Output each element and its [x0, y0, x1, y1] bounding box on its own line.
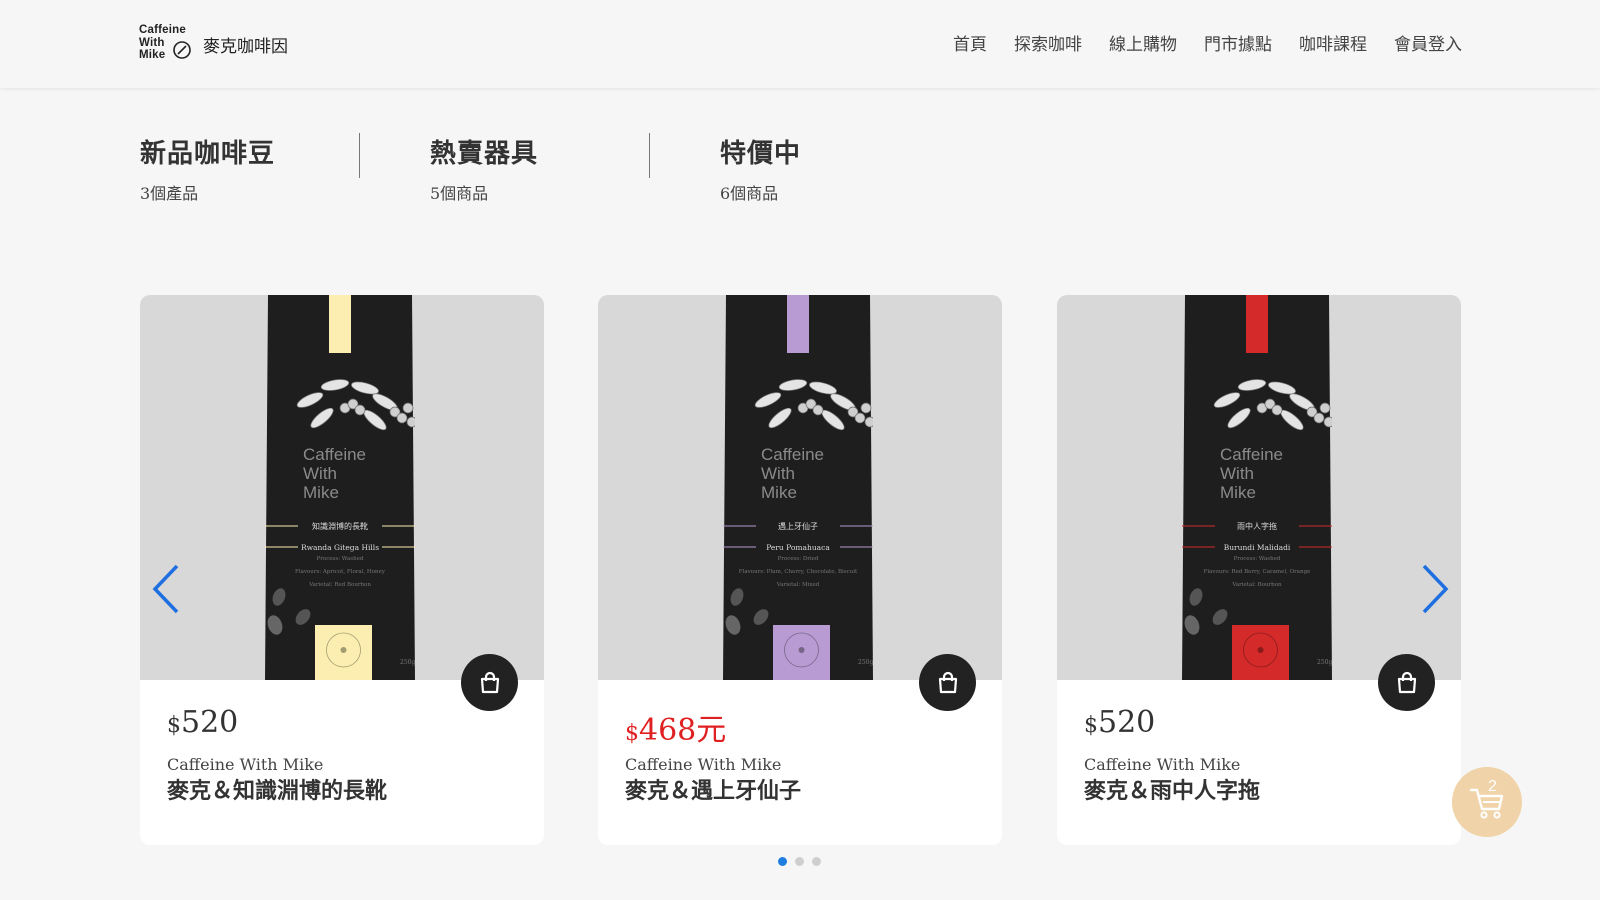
bag-label-chinese: 雨中人字拖 — [1237, 521, 1277, 531]
currency-symbol: $ — [167, 713, 181, 738]
category-divider — [649, 133, 650, 178]
floating-cart-button[interactable]: 2 — [1452, 767, 1522, 837]
bag-label-detail: Flavours: Red Berry, Caramel, Orange — [1204, 569, 1311, 575]
bag-brand-line: With — [303, 464, 337, 483]
logo-mark: Caffeine With Mike — [139, 24, 195, 64]
add-to-cart-button[interactable] — [1378, 654, 1435, 711]
product-price: $520 — [167, 705, 238, 740]
bag-brand-line: Caffeine — [303, 445, 366, 464]
bag-label-detail: Flavours: Plum, Cherry, Chocolate, Biscu… — [739, 569, 858, 575]
product-image[interactable]: Caffeine With Mike 知識淵博的長靴 Rwanda Gitega… — [140, 295, 544, 680]
product-image[interactable]: Caffeine With Mike 雨中人字拖 Burundi Malidad… — [1057, 295, 1461, 680]
product-card[interactable]: Caffeine With Mike 雨中人字拖 Burundi Malidad… — [1057, 295, 1461, 845]
bag-weight: 250g — [400, 659, 415, 666]
site-logo[interactable]: Caffeine With Mike 麥克咖啡因 — [139, 24, 288, 64]
bag-label-origin: Rwanda Gitega Hills — [301, 543, 379, 552]
currency-symbol: $ — [625, 721, 639, 746]
carousel-pagination — [778, 857, 821, 866]
price-value: 520 — [1098, 705, 1156, 740]
shopping-bag-icon — [480, 671, 499, 693]
category-divider — [359, 133, 360, 178]
product-price: $520 — [1084, 705, 1155, 740]
shopping-bag-icon — [1397, 671, 1416, 693]
category-count: 6個商品 — [720, 184, 779, 203]
price-value: 468元 — [639, 713, 727, 748]
carousel-prev-arrow-icon[interactable] — [151, 563, 181, 615]
nav-store-locations[interactable]: 門市據點 — [1204, 30, 1272, 55]
shopping-cart-icon — [1469, 788, 1504, 819]
bag-label-detail: Varietal: Mixed — [776, 582, 820, 588]
product-name[interactable]: 麥克＆遇上牙仙子 — [625, 773, 801, 805]
category-count: 3個產品 — [140, 184, 199, 203]
nav-explore-coffee[interactable]: 探索咖啡 — [1014, 30, 1082, 55]
cart-count-badge: 2 — [1488, 778, 1497, 795]
coffee-bag-illustration: Caffeine With Mike 遇上牙仙子 Peru Pomahuaca … — [723, 295, 873, 680]
bag-brand-line: With — [761, 464, 795, 483]
product-name[interactable]: 麥克＆知識淵博的長靴 — [167, 773, 387, 805]
category-hot-equipment[interactable]: 熱賣器具 5個商品 — [430, 133, 538, 204]
product-brand: Caffeine With Mike — [1084, 755, 1241, 774]
bag-label-detail: Flavours: Apricot, Floral, Honey — [295, 569, 386, 575]
price-value: 520 — [181, 705, 239, 740]
bag-label-detail: Varietal: Bourbon — [1231, 582, 1282, 588]
product-card[interactable]: Caffeine With Mike 遇上牙仙子 Peru Pomahuaca … — [598, 295, 1002, 845]
product-name[interactable]: 麥克＆雨中人字拖 — [1084, 773, 1260, 805]
category-title: 特價中 — [720, 139, 802, 169]
product-brand: Caffeine With Mike — [167, 755, 324, 774]
carousel-dot[interactable] — [778, 857, 787, 866]
main-nav: 首頁 探索咖啡 線上購物 門市據點 咖啡課程 會員登入 — [926, 30, 1462, 55]
bag-label-origin: Peru Pomahuaca — [766, 543, 830, 552]
bag-label-detail: Process: Dried — [778, 556, 819, 562]
brand-name: 麥克咖啡因 — [203, 36, 288, 57]
logo-line: Caffeine — [139, 24, 186, 36]
bag-brand-line: Mike — [303, 483, 339, 502]
bag-brand-line: Mike — [761, 483, 797, 502]
coffee-bean-icon — [173, 41, 191, 59]
bag-label-chinese: 遇上牙仙子 — [778, 521, 818, 531]
carousel-next-arrow-icon[interactable] — [1420, 563, 1450, 615]
product-price: $468元 — [625, 705, 726, 749]
shopping-bag-icon — [938, 671, 957, 693]
bag-brand-line: Caffeine — [1220, 445, 1283, 464]
product-brand: Caffeine With Mike — [625, 755, 782, 774]
carousel-dot[interactable] — [812, 857, 821, 866]
coffee-bag-illustration: Caffeine With Mike 雨中人字拖 Burundi Malidad… — [1182, 295, 1332, 680]
category-title: 新品咖啡豆 — [140, 139, 276, 169]
bag-label-detail: Varietal: Red Bourbon — [308, 582, 371, 588]
bag-brand-line: With — [1220, 464, 1254, 483]
bag-label-detail: Process: Washed — [1234, 556, 1281, 562]
bag-label-origin: Burundi Malidadi — [1224, 543, 1291, 552]
bag-brand-line: Mike — [1220, 483, 1256, 502]
coffee-bag-illustration: Caffeine With Mike 知識淵博的長靴 Rwanda Gitega… — [265, 295, 415, 680]
category-count: 5個商品 — [430, 184, 489, 203]
category-on-sale[interactable]: 特價中 6個商品 — [720, 133, 801, 204]
site-header: Caffeine With Mike 麥克咖啡因 首頁 探索咖啡 線上購物 門市… — [0, 0, 1600, 88]
currency-symbol: $ — [1084, 713, 1098, 738]
category-new-beans[interactable]: 新品咖啡豆 3個產品 — [140, 133, 275, 204]
add-to-cart-button[interactable] — [461, 654, 518, 711]
bag-weight: 250g — [858, 659, 873, 666]
nav-member-login[interactable]: 會員登入 — [1394, 30, 1462, 55]
nav-coffee-courses[interactable]: 咖啡課程 — [1299, 30, 1367, 55]
bag-label-detail: Process: Washed — [317, 556, 364, 562]
add-to-cart-button[interactable] — [919, 654, 976, 711]
carousel-dot[interactable] — [795, 857, 804, 866]
nav-online-shop[interactable]: 線上購物 — [1109, 30, 1177, 55]
bag-label-chinese: 知識淵博的長靴 — [312, 521, 368, 531]
bag-weight: 250g — [1317, 659, 1332, 666]
category-title: 熱賣器具 — [430, 139, 539, 169]
product-image[interactable]: Caffeine With Mike 遇上牙仙子 Peru Pomahuaca … — [598, 295, 1002, 680]
nav-home[interactable]: 首頁 — [953, 30, 987, 55]
bag-brand-line: Caffeine — [761, 445, 824, 464]
product-card[interactable]: Caffeine With Mike 知識淵博的長靴 Rwanda Gitega… — [140, 295, 544, 845]
